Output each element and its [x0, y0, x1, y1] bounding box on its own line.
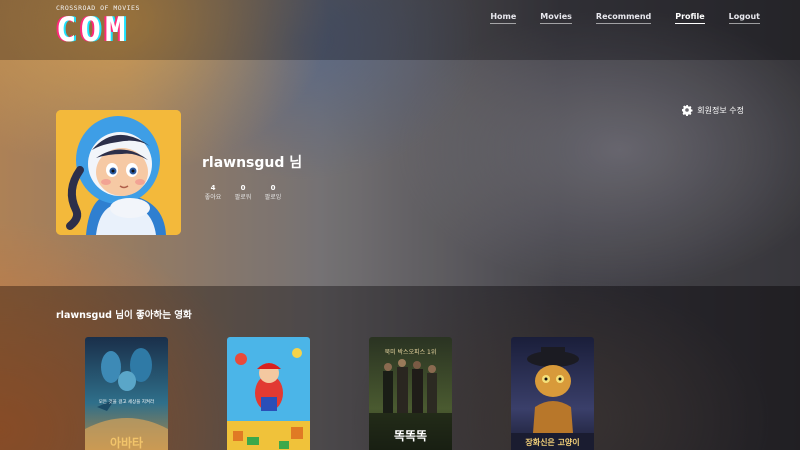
poster-title-knock: 똑똑똑: [393, 429, 428, 443]
movie-poster-puss-in-boots[interactable]: 장화신은 고양이: [511, 337, 594, 450]
logo-wordmark: COM: [56, 10, 130, 50]
nav-recommend[interactable]: Recommend: [595, 12, 652, 24]
stat-followers-label: 팔로워: [234, 194, 252, 201]
site-logo[interactable]: CROSSROAD OF MOVIES COM: [56, 4, 166, 50]
avatar: [56, 110, 181, 235]
nav-profile[interactable]: Profile: [675, 12, 705, 24]
stat-followers[interactable]: 0 팔로워: [228, 183, 258, 203]
movie-poster-knock[interactable]: 북미 박스오피스 1위 똑똑똑: [369, 337, 452, 450]
movie-poster-mario[interactable]: [227, 337, 310, 450]
poster-image-puss-in-boots: [511, 337, 594, 450]
stat-followers-count: 0: [240, 184, 246, 192]
stat-likes[interactable]: 4 좋아요: [198, 183, 228, 203]
nav-home[interactable]: Home: [490, 12, 517, 24]
gear-icon: [682, 105, 693, 116]
avatar-illustration: [56, 110, 181, 235]
poster-toptext-knock: 북미 박스오피스 1위: [384, 349, 437, 356]
stat-likes-label: 좋아요: [204, 194, 222, 201]
main-nav: Home Movies Recommend Profile Logout: [466, 12, 760, 24]
edit-profile-label: 회원정보 수정: [697, 105, 744, 115]
poster-title-puss-in-boots: 장화신은 고양이: [525, 438, 580, 447]
poster-tagline-avatar: 모든 것을 걸고 세상을 지켜라: [98, 400, 155, 405]
edit-profile-button[interactable]: 회원정보 수정: [681, 104, 744, 116]
poster-image-mario: [227, 337, 310, 450]
stat-following-count: 0: [270, 184, 276, 192]
movie-poster-avatar[interactable]: 모든 것을 걸고 세상을 지켜라 아바타: [85, 337, 168, 450]
stat-following-label: 팔로잉: [264, 194, 282, 201]
poster-title-avatar: 아바타: [109, 436, 144, 450]
profile-username: rlawnsgud 님: [202, 155, 303, 171]
nav-logout[interactable]: Logout: [728, 12, 760, 24]
liked-movies-title: rlawnsgud 님이 좋아하는 영화: [56, 310, 192, 321]
nav-movies[interactable]: Movies: [540, 12, 572, 24]
stat-likes-count: 4: [210, 184, 216, 192]
poster-list: 모든 것을 걸고 세상을 지켜라 아바타 북미 박스오피스 1위 똑똑똑 장화신…: [85, 337, 653, 450]
profile-stats: 4 좋아요 0 팔로워 0 팔로잉: [198, 183, 288, 203]
stat-following[interactable]: 0 팔로잉: [258, 183, 288, 203]
